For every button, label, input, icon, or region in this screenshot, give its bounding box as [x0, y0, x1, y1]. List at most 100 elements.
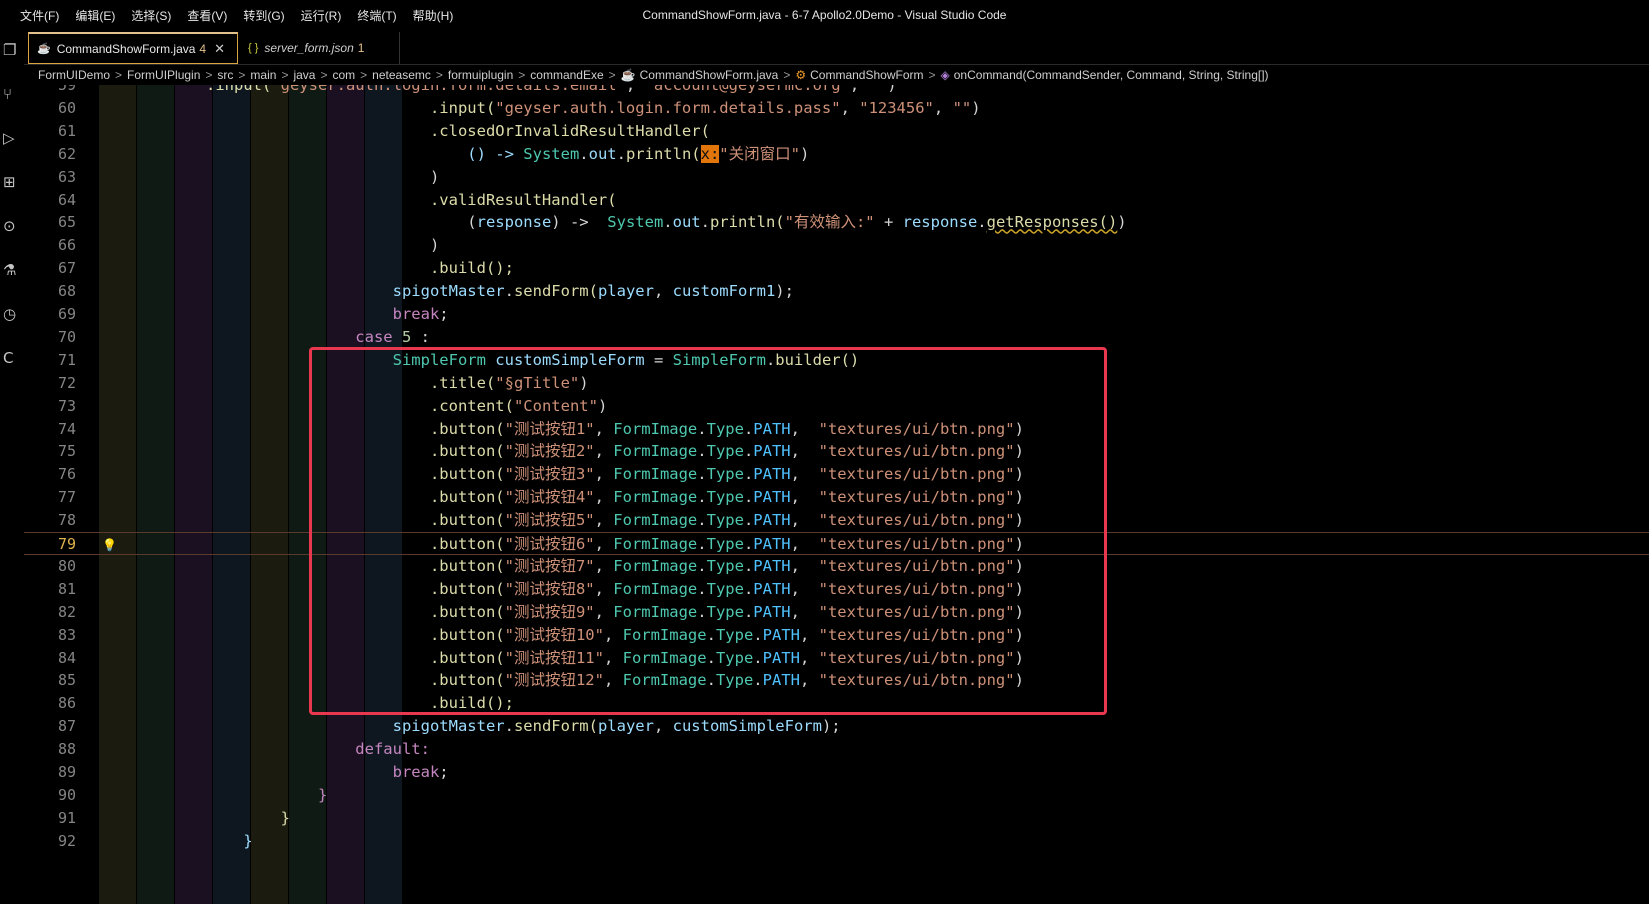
tab-server-form-json[interactable]: { } server_form.json 1 [240, 32, 400, 64]
breadcrumb-item[interactable]: CommandShowForm [810, 68, 923, 82]
code-line[interactable]: 92 } [24, 830, 1649, 853]
timeline-icon[interactable]: ◷ [3, 306, 19, 322]
code-line[interactable]: 89 break; [24, 761, 1649, 784]
copilot-icon[interactable]: C [3, 350, 19, 366]
code-token: response [902, 213, 978, 232]
breadcrumb-item[interactable]: commandExe [530, 68, 603, 82]
code-text: } [94, 807, 290, 830]
breadcrumb-item[interactable]: CommandShowForm.java [640, 68, 779, 82]
menu-item[interactable]: 转到(G) [235, 7, 292, 25]
code-line[interactable]: 90 } [24, 784, 1649, 807]
code-token: "geyser.auth.login.form.details.pass" [495, 98, 841, 117]
code-line[interactable]: 88 default: [24, 738, 1649, 761]
problem-count-badge: 4 [199, 41, 207, 56]
code-token: : [411, 327, 430, 346]
breadcrumb-item[interactable]: onCommand(CommandSender, Command, String… [954, 68, 1269, 82]
breadcrumb-item[interactable]: src [217, 68, 233, 82]
code-text: } [94, 830, 252, 853]
code-token: spigotMaster [392, 717, 505, 736]
code-token: + [874, 213, 903, 232]
code-token: ); [775, 282, 794, 301]
breadcrumb-item[interactable]: FormUIDemo [38, 68, 110, 82]
menu-item[interactable]: 文件(F) [12, 7, 67, 25]
code-token: ) [799, 144, 810, 163]
source-control-icon[interactable]: ⑂ [3, 86, 19, 102]
menu-item[interactable]: 运行(R) [293, 7, 350, 25]
explorer-icon[interactable]: ❐ [3, 42, 19, 58]
code-line[interactable]: 61 .closedOrInvalidResultHandler( [24, 120, 1649, 143]
testing-icon[interactable]: ⚗ [3, 262, 19, 278]
breadcrumb-item[interactable]: com [332, 68, 355, 82]
code-token: ) [971, 98, 981, 117]
line-number: 80 [57, 556, 76, 575]
code-token: default: [355, 740, 430, 759]
code-text: } [94, 784, 327, 807]
code-token: break [392, 763, 440, 781]
code-token: getResponses() [986, 213, 1118, 232]
code-line[interactable]: 68 spigotMaster.sendForm(player, customF… [24, 280, 1649, 303]
remote-icon[interactable]: ⊙ [3, 218, 19, 234]
line-number: 59 [57, 85, 76, 94]
line-number: 67 [57, 259, 76, 278]
code-text: (response) -> System.out.println("有效输入:"… [94, 211, 1126, 234]
code-line[interactable]: 60 .input("geyser.auth.login.form.detail… [24, 97, 1649, 120]
code-text: break; [94, 303, 449, 326]
code-token: System [607, 213, 664, 232]
line-number: 78 [57, 511, 76, 530]
code-line[interactable]: 59 .input("geyser.auth.login.form.detail… [24, 85, 1649, 97]
code-line[interactable]: 66 ) [24, 234, 1649, 257]
code-token: println( [625, 144, 701, 163]
code-text: () -> System.out.println(x:"关闭窗口") [94, 143, 809, 166]
line-number: 79 [57, 535, 76, 553]
activity-bar: ❐ ⑂ ▷ ⊞ ⊙ ⚗ ◷ C [0, 32, 25, 904]
breadcrumb-item[interactable]: java [293, 68, 315, 82]
code-line[interactable]: 69 break; [24, 303, 1649, 326]
code-token: , [840, 98, 860, 117]
code-token: sendForm( [513, 282, 598, 301]
close-icon[interactable]: ✕ [214, 41, 225, 57]
tab-commandshowform-java[interactable]: ☕ CommandShowForm.java 4 ✕ [28, 32, 238, 64]
menu-item[interactable]: 选择(S) [123, 7, 179, 25]
code-token: , [653, 282, 673, 301]
code-line[interactable]: 65 (response) -> System.out.println("有效输… [24, 211, 1649, 234]
code-line[interactable]: 87 spigotMaster.sendForm(player, customS… [24, 715, 1649, 738]
menu-item[interactable]: 帮助(H) [405, 7, 462, 25]
breadcrumb-item[interactable]: FormUIPlugin [127, 68, 200, 82]
breadcrumb-item[interactable]: main [250, 68, 276, 82]
chevron-right-icon: > [205, 68, 213, 82]
run-debug-icon[interactable]: ▷ [3, 130, 19, 146]
line-number: 74 [57, 419, 76, 438]
breadcrumb-item[interactable]: formuiplugin [448, 68, 513, 82]
code-token: "" [952, 98, 972, 117]
breadcrumb-item[interactable]: neteasemc [372, 68, 431, 82]
code-line[interactable]: 64 .validResultHandler( [24, 189, 1649, 212]
menu-item[interactable]: 查看(V) [179, 7, 235, 25]
code-line[interactable]: 91 } [24, 807, 1649, 830]
code-line[interactable]: 70 case 5 : [24, 326, 1649, 349]
breadcrumb: FormUIDemo > FormUIPlugin > src > main > java > co… [24, 65, 1649, 85]
code-token: () -> [467, 144, 524, 163]
code-line[interactable]: 63 ) [24, 166, 1649, 189]
line-number: 85 [57, 671, 76, 690]
menu-item[interactable]: 终端(T) [349, 7, 404, 25]
line-number: 75 [57, 442, 76, 461]
line-number: 70 [57, 327, 76, 346]
code-line[interactable]: 62 () -> System.out.println(x:"关闭窗口") [24, 143, 1649, 166]
code-token: .validResultHandler( [429, 190, 617, 209]
extensions-icon[interactable]: ⊞ [3, 174, 19, 190]
menu-item[interactable]: 编辑(E) [67, 7, 123, 25]
code-text: default: [94, 738, 430, 761]
line-number: 88 [57, 740, 76, 759]
code-line[interactable]: 67 .build(); [24, 257, 1649, 280]
code-text: ) [94, 234, 439, 257]
chevron-right-icon: > [435, 68, 443, 82]
